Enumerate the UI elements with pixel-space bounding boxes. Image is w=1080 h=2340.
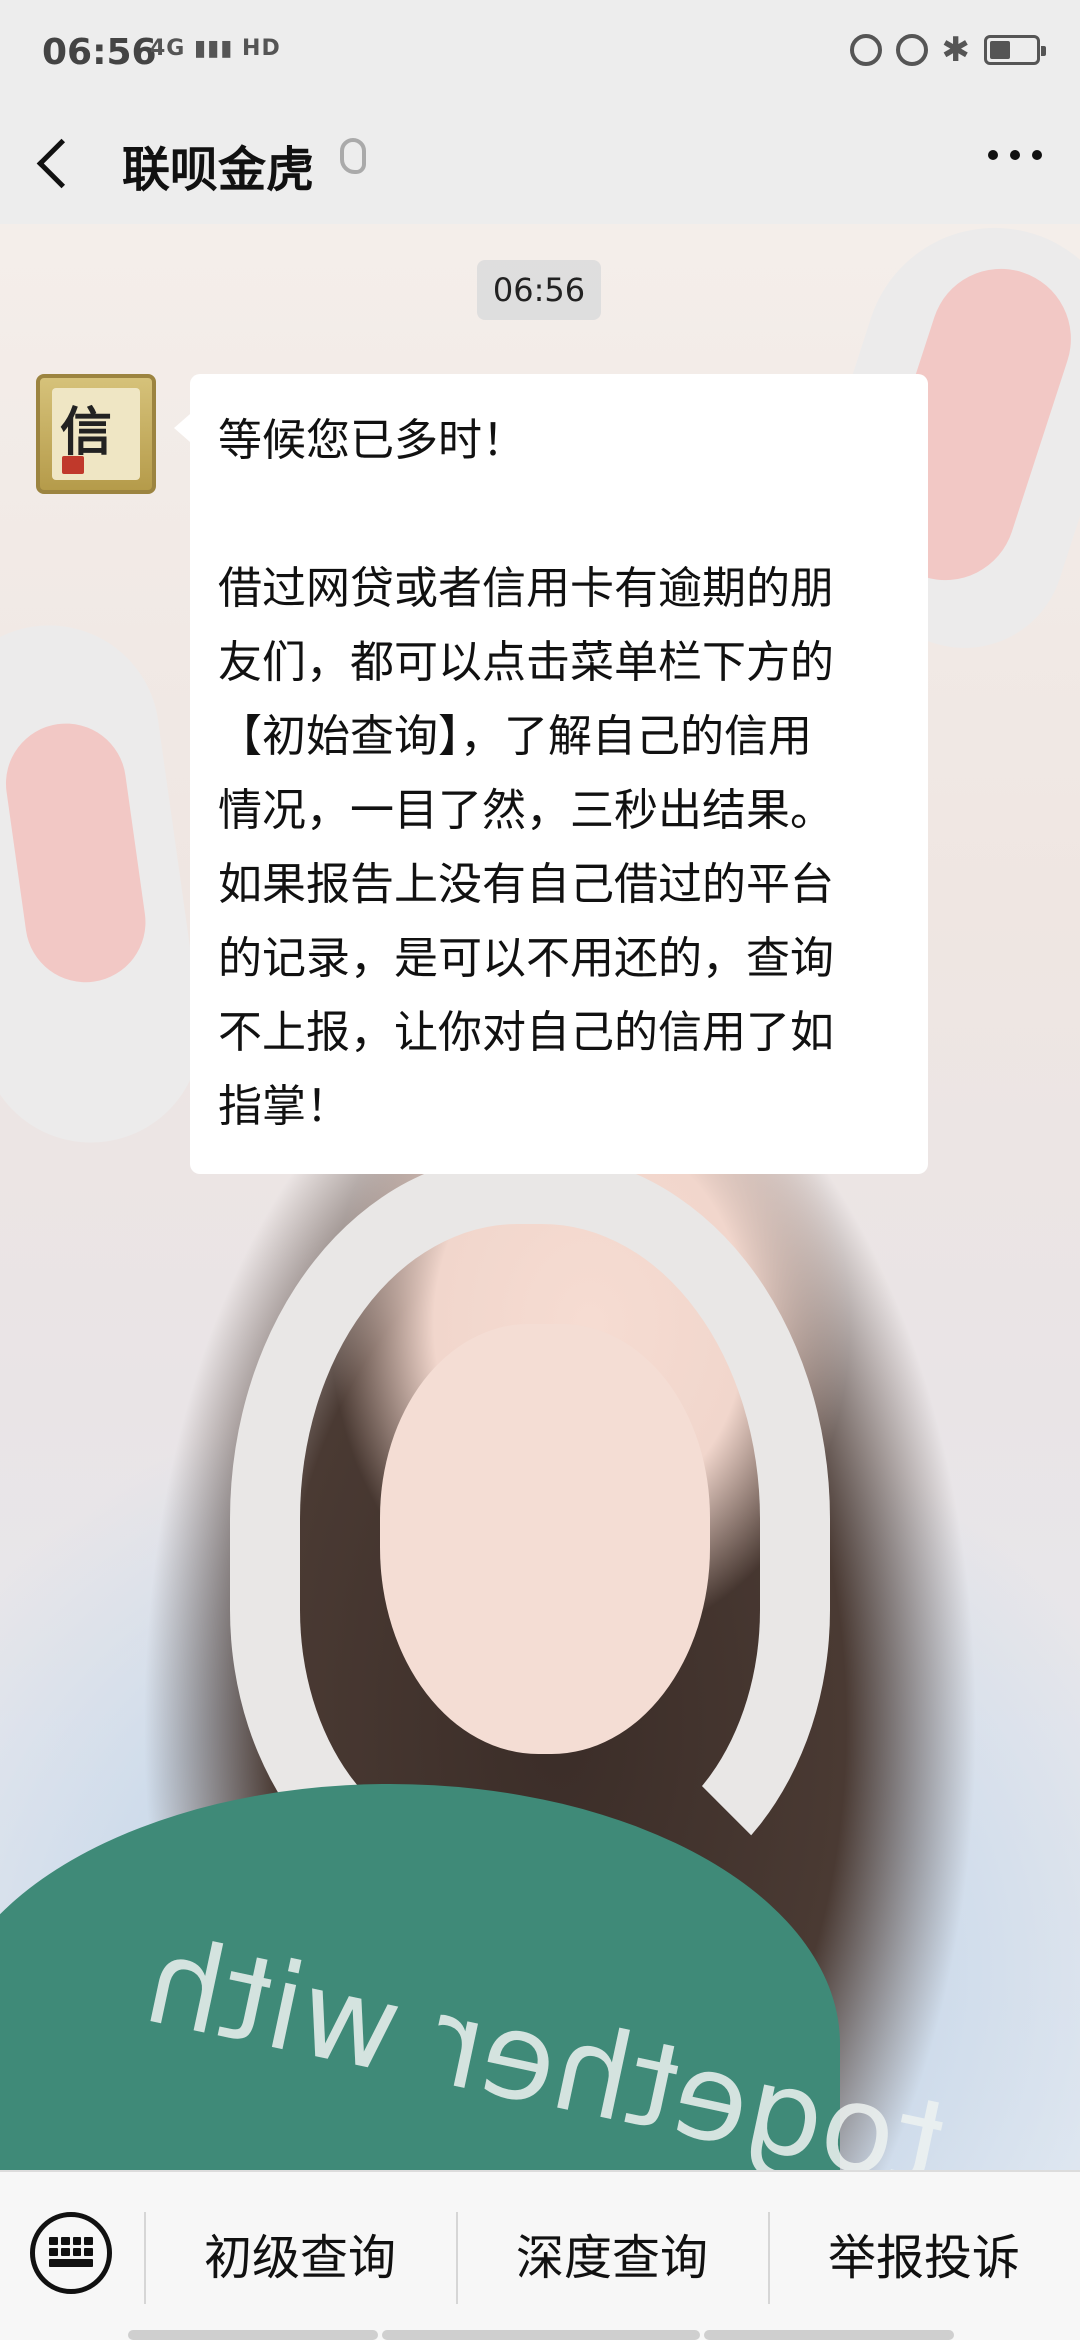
message-line: 的记录，是可以不用还的，查询: [218, 933, 834, 984]
menu-divider: [456, 2212, 458, 2304]
keyboard-toggle-button[interactable]: [30, 2212, 112, 2294]
face: [380, 1324, 710, 1754]
red-seal-icon: [62, 456, 84, 474]
message-line: 情况，一目了然，三秒出结果。: [218, 785, 834, 836]
official-account-menu: 初级查询 深度查询 举报投诉: [0, 2170, 1080, 2340]
status-icons: ✱: [849, 30, 1046, 70]
menu-divider: [144, 2212, 146, 2304]
message-timestamp: 06:56: [477, 260, 601, 320]
alarm-icon: [895, 34, 928, 66]
more-dot-icon: [1032, 150, 1042, 160]
lock-rotation-icon: [849, 34, 882, 66]
earpiece-mode-icon: [340, 138, 366, 174]
signal-icon: ▮▮▮: [194, 36, 234, 61]
message-line: 指掌！: [218, 1081, 350, 1132]
status-bar: 06:56 4G ▮▮▮ HD ✱: [0, 0, 1080, 110]
menu-indicator: [382, 2330, 700, 2340]
message-line: 借过网贷或者信用卡有逾期的朋: [218, 563, 834, 614]
network-indicator: 4G ▮▮▮ HD: [150, 36, 281, 61]
message-line: 如果报告上没有自己借过的平台: [218, 859, 834, 910]
menu-item-report-complaint[interactable]: 举报投诉: [774, 2208, 1074, 2308]
network-type: 4G: [150, 36, 186, 61]
menu-indicator: [704, 2330, 954, 2340]
menu-indicator: [128, 2330, 378, 2340]
message-line: 不上报，让你对自己的信用了如: [218, 1007, 834, 1058]
message-line: 等候您已多时！: [218, 415, 526, 466]
sender-avatar[interactable]: 信: [36, 374, 156, 494]
menu-divider: [768, 2212, 770, 2304]
status-time: 06:56: [42, 32, 157, 73]
message-line: 友们，都可以点击菜单栏下方的: [218, 637, 834, 688]
message-bubble[interactable]: 等候您已多时！ 借过网贷或者信用卡有逾期的朋 友们，都可以点击菜单栏下方的 【初…: [174, 374, 928, 1174]
hd-label: HD: [242, 36, 281, 61]
message-line: 【初始查询】，了解自己的信用: [218, 711, 812, 762]
more-dot-icon: [988, 150, 998, 160]
chat-header: 联呗金虎: [0, 110, 1080, 224]
bunny-ear-left: [0, 611, 216, 1157]
more-options-button[interactable]: [988, 150, 1042, 160]
more-dot-icon: [1010, 150, 1020, 160]
avatar-character: 信: [60, 402, 113, 463]
menu-item-basic-query[interactable]: 初级查询: [150, 2208, 450, 2308]
keyboard-icon: [49, 2237, 93, 2267]
menu-item-deep-query[interactable]: 深度查询: [462, 2208, 762, 2308]
chat-title: 联呗金虎: [122, 142, 315, 198]
battery-icon: [984, 35, 1046, 65]
back-arrow-icon[interactable]: [36, 138, 87, 189]
bluetooth-icon: ✱: [941, 30, 971, 70]
avatar-card: 信: [52, 388, 140, 480]
